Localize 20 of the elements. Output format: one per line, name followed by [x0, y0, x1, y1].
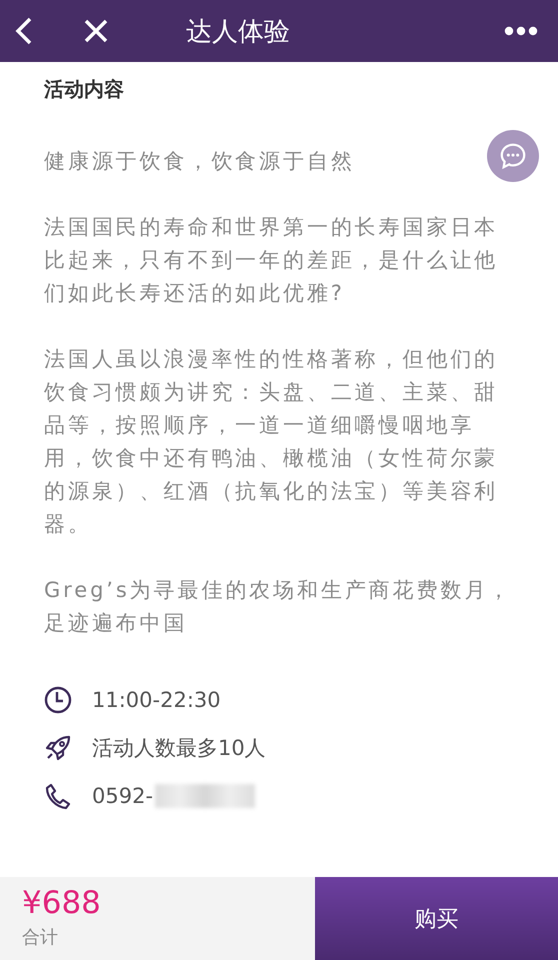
paragraph: 法国国民的寿命和世界第一的长寿国家日本比起来，只有不到一年的差距，是什么让他们如此长寿还活的如此优雅?: [44, 214, 500, 307]
section-title: 活动内容: [44, 76, 125, 103]
rocket-icon: [44, 734, 72, 762]
price: ¥688: [22, 885, 102, 921]
info-text: 活动人数最多10人: [92, 734, 266, 762]
price-label: 合计: [22, 926, 59, 949]
chat-button[interactable]: [487, 130, 539, 182]
info-text: 0592-: [92, 784, 154, 808]
back-icon[interactable]: [14, 16, 34, 46]
info-text: 11:00-22:30: [92, 688, 221, 712]
more-icon[interactable]: [504, 26, 538, 36]
paragraph: Greg’s为寻最佳的农场和生产商花费数月，足迹遍布中国: [44, 577, 514, 637]
paragraph: 法国人虽以浪漫率性的性格著称，但他们的饮食习惯颇为讲究：头盘、二道、主菜、甜品等，按照顺序，一道一道细嚼慢咽地享用，饮食中还有鸭油、橄榄油（女性荷尔蒙的源泉）、红酒（抗氧化的法宝）等美容利器。: [44, 346, 500, 538]
chat-icon: [499, 142, 527, 170]
buy-button[interactable]: 购买: [315, 877, 558, 960]
paragraph: 健康源于饮食，饮食源于自然: [44, 148, 355, 175]
close-icon[interactable]: [84, 19, 108, 43]
phone-icon: [44, 782, 72, 810]
clock-icon: [44, 686, 72, 714]
page-title: 达人体验: [186, 16, 291, 48]
